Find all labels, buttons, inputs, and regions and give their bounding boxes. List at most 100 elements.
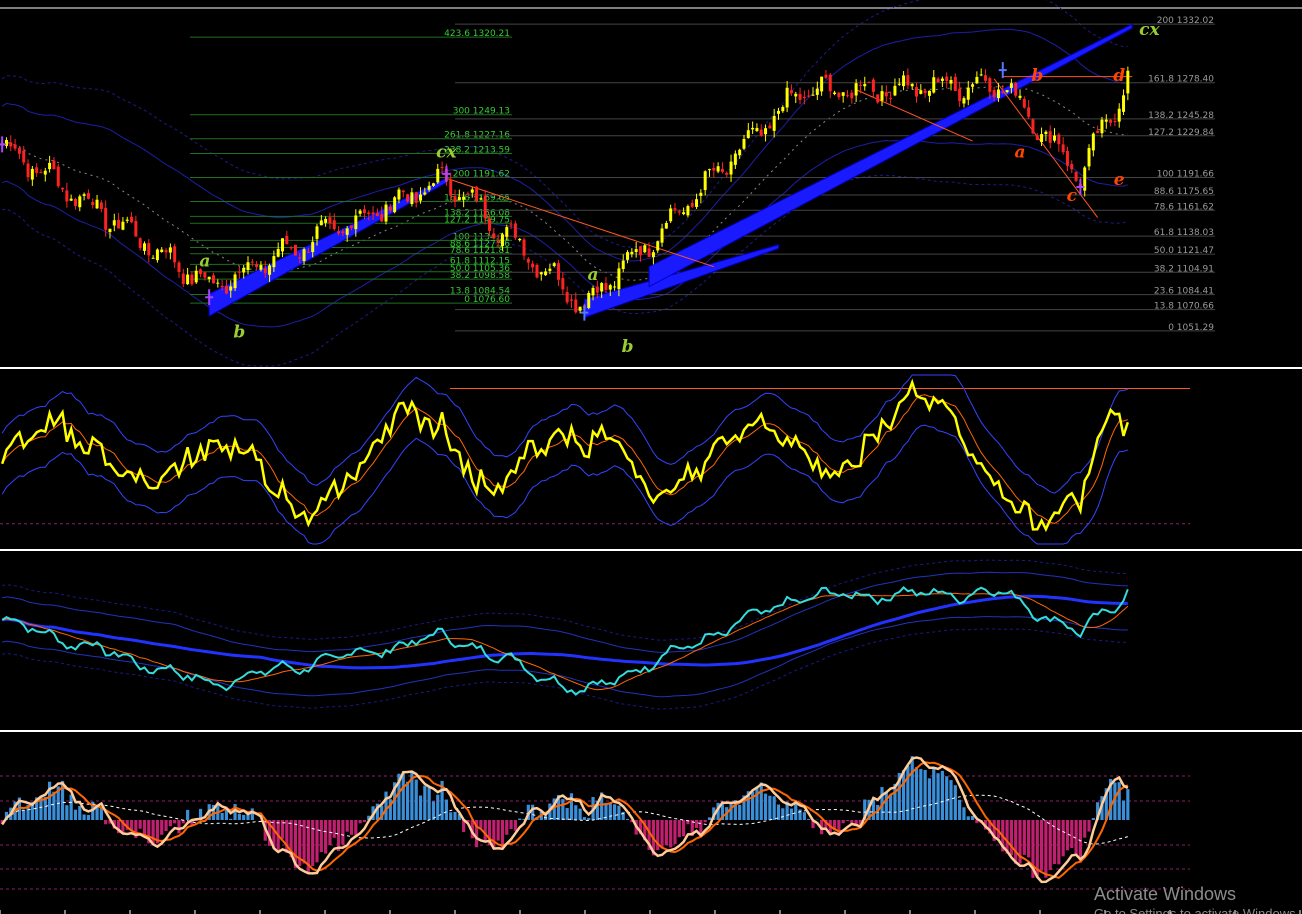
histogram-bar	[884, 791, 888, 820]
candle-body	[638, 246, 642, 256]
candle-body	[707, 169, 711, 171]
histogram-bar	[1014, 820, 1018, 864]
histogram-bar	[660, 820, 664, 848]
candle-body	[380, 214, 384, 222]
histogram-bar	[384, 791, 388, 820]
histogram-bar	[405, 781, 410, 820]
histogram-bar	[483, 820, 487, 842]
candle-body	[268, 265, 272, 275]
candle-body	[608, 285, 612, 290]
candle-body	[354, 215, 358, 230]
candle-body	[285, 235, 289, 245]
candle-body	[1005, 90, 1009, 93]
wave-label-a: a	[588, 265, 599, 285]
candle-body	[237, 271, 241, 273]
candle-body	[86, 193, 90, 199]
candle-body	[738, 149, 742, 156]
candle-body	[358, 210, 362, 214]
candle-body	[427, 185, 431, 190]
candle-body	[1087, 147, 1091, 167]
candle-body	[1117, 108, 1121, 122]
candle-body	[1018, 95, 1022, 98]
histogram-bar	[781, 808, 785, 820]
candle-body	[526, 258, 530, 263]
fib-label-right: 161.8 1278.40	[1148, 75, 1214, 85]
candle-body	[401, 190, 405, 193]
candle-body	[776, 110, 780, 114]
candle-body	[35, 167, 39, 173]
fib-label-right: 138.2 1245.28	[1148, 111, 1214, 121]
candle-body	[923, 90, 927, 94]
candle-body	[552, 263, 556, 266]
candle-body	[716, 166, 720, 172]
candle-body	[1022, 98, 1026, 108]
histogram-bar	[1070, 820, 1074, 848]
candle-body	[794, 93, 798, 97]
candle-body	[78, 196, 82, 208]
histogram-bar	[910, 756, 914, 820]
candle-body	[328, 217, 332, 224]
candle-body	[630, 251, 634, 255]
histogram-bar	[220, 812, 224, 820]
candle-body	[1070, 164, 1074, 170]
candle-body	[755, 127, 759, 131]
histogram-bar	[1117, 782, 1121, 820]
fib-label-right: 100 1191.66	[1157, 169, 1215, 179]
candle-body	[479, 198, 483, 200]
trading-chart-window: 423.6 1320.21 300 1249.13 261.8 1227.16 238…	[0, 0, 1302, 914]
candle-body	[324, 218, 328, 223]
histogram-bar	[138, 820, 142, 829]
histogram-bar	[759, 782, 763, 820]
histogram-bar	[927, 778, 932, 820]
candle-body	[884, 92, 888, 97]
candle-body	[30, 168, 34, 180]
histogram-bar	[52, 791, 56, 820]
histogram-bar	[1048, 820, 1052, 870]
histogram-bar	[423, 785, 427, 820]
candle-body	[112, 220, 116, 226]
candle-body	[246, 262, 250, 271]
wave-label-d: d	[1113, 66, 1125, 86]
candle-body	[233, 274, 237, 289]
candle-body	[138, 238, 142, 248]
histogram-bar	[578, 808, 582, 820]
candle-body	[643, 245, 647, 253]
candle-body	[250, 261, 254, 263]
histogram-bar	[531, 804, 535, 820]
candle-body	[1126, 70, 1130, 94]
histogram-bar	[841, 820, 845, 824]
candle-body	[1074, 172, 1078, 181]
candle-body	[216, 282, 220, 284]
candle-body	[863, 84, 867, 87]
histogram-bar	[319, 820, 323, 853]
histogram-bar	[315, 820, 319, 863]
candle-body	[871, 79, 875, 92]
candle-body	[1096, 130, 1100, 134]
candle-body	[211, 275, 215, 284]
histogram-bar	[612, 804, 617, 820]
candle-body	[337, 231, 341, 234]
histogram-bar	[177, 820, 181, 834]
candle-body	[889, 97, 893, 99]
candle-body	[500, 234, 504, 247]
candle-body	[531, 263, 535, 268]
candle-body	[1091, 133, 1095, 151]
candle-body	[880, 91, 884, 101]
histogram-bar	[1027, 820, 1031, 858]
candle-body	[48, 162, 52, 170]
candle-body	[190, 274, 194, 285]
candle-body	[263, 268, 267, 274]
candle-body	[315, 226, 319, 239]
histogram-bar	[798, 809, 802, 820]
histogram-bar	[78, 806, 82, 820]
histogram-bar	[513, 820, 518, 831]
candle-body	[1122, 95, 1126, 112]
fib-label-right: 50.0 1121.47	[1154, 246, 1214, 256]
candle-body	[1009, 83, 1013, 88]
candle-body	[768, 125, 772, 129]
candle-body	[1113, 120, 1117, 122]
candle-body	[919, 90, 923, 94]
candle-body	[578, 306, 582, 311]
histogram-bar	[427, 787, 431, 820]
candle-body	[686, 206, 690, 216]
